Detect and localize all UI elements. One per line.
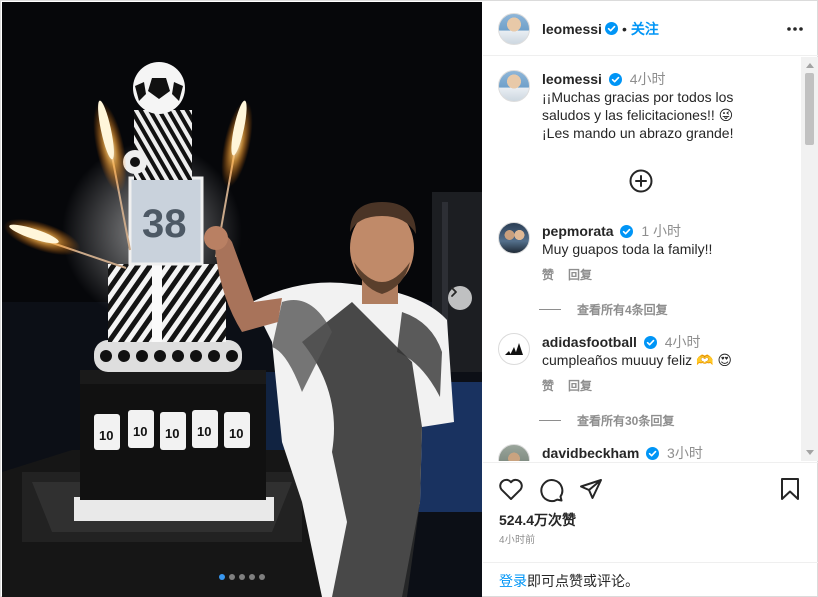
header-username[interactable]: leomessi (542, 21, 602, 37)
view-replies-label: 查看所有30条回复 (577, 414, 675, 428)
carousel-dot (239, 574, 245, 580)
caption-username[interactable]: leomessi (542, 71, 602, 87)
scroll-down-arrow-icon[interactable] (806, 450, 814, 455)
post-timestamp[interactable]: 4小时前 (499, 531, 535, 546)
add-circle-icon (629, 169, 653, 193)
login-prompt: 登录即可点赞或评论。 (483, 562, 818, 591)
avatar[interactable] (498, 333, 530, 365)
like-count[interactable]: 524.4万次赞 (499, 510, 576, 530)
comment-username[interactable]: davidbeckham (542, 445, 639, 461)
verified-badge-icon (604, 22, 618, 35)
comment-actions: 赞 回复 (542, 266, 712, 284)
comment-username[interactable]: adidasfootball (542, 334, 637, 350)
divider (539, 420, 561, 421)
carousel-dot (229, 574, 235, 580)
scrollbar-thumb[interactable] (805, 73, 814, 145)
post-photo[interactable]: 10 10 10 10 10 38 (2, 2, 482, 597)
action-icons-row (498, 477, 803, 503)
comment-bubble-icon (540, 479, 564, 503)
svg-text:10: 10 (99, 428, 113, 443)
adidas-logo-icon (505, 343, 523, 355)
comment-like-button[interactable]: 赞 (542, 377, 554, 395)
verified-badge-icon (646, 447, 660, 460)
scroll-up-arrow-icon[interactable] (806, 63, 814, 68)
avatar[interactable] (498, 444, 530, 461)
caption-line: ¡Les mando un abrazo grande! (542, 125, 734, 141)
comment-text: Muy guapos toda la family!! (542, 241, 713, 257)
caption: leomessi 4小时 ¡¡Muchas gracias por todos … (498, 70, 798, 142)
caption-line: saludos y las felicitaciones!! 😜 (542, 107, 734, 123)
comment-username[interactable]: pepmorata (542, 223, 614, 239)
svg-text:38: 38 (142, 202, 187, 246)
verified-badge-icon (643, 336, 657, 349)
carousel-dot (219, 574, 225, 580)
comment-body: adidasfootball 4小时 cumpleaños muuuy feli… (542, 333, 732, 395)
view-replies-label: 查看所有4条回复 (577, 303, 668, 317)
comment-button[interactable] (538, 477, 564, 508)
comment-text: cumpleaños muuuy feliz 🫶 😍 (542, 352, 732, 368)
post-actions: 524.4万次赞 4小时前 登录即可点赞或评论。 (483, 462, 818, 597)
comment-item: adidasfootball 4小时 cumpleaños muuuy feli… (498, 333, 798, 395)
avatar[interactable] (498, 70, 530, 102)
svg-text:10: 10 (229, 426, 243, 441)
like-button[interactable] (498, 477, 524, 506)
comment-time[interactable]: 4小时 (665, 334, 701, 350)
carousel-indicator (2, 574, 482, 580)
view-replies-button[interactable]: 查看所有30条回复 (539, 412, 674, 429)
comment-time[interactable]: 3小时 (667, 445, 703, 461)
divider (539, 309, 561, 310)
follow-button[interactable]: 关注 (631, 19, 659, 39)
login-link[interactable]: 登录 (499, 573, 527, 589)
chevron-right-icon (451, 287, 457, 297)
verified-badge-icon (620, 225, 634, 238)
share-button[interactable] (579, 477, 603, 506)
post-side-panel: leomessi • 关注 leomessi 4小时 ¡¡Muchas grac… (483, 2, 818, 597)
comment-reply-button[interactable]: 回复 (568, 377, 592, 395)
header-user: leomessi • 关注 (542, 19, 659, 39)
more-options-button[interactable] (786, 26, 804, 32)
comment-time[interactable]: 1 小时 (641, 223, 681, 239)
carousel-dot (259, 574, 265, 580)
load-more-comments-button[interactable] (629, 169, 653, 198)
caption-line: ¡¡Muchas gracias por todos los (542, 89, 734, 105)
comment-like-button[interactable]: 赞 (542, 266, 554, 284)
comment-reply-button[interactable]: 回复 (568, 266, 592, 284)
header-separator: • (621, 20, 627, 37)
comment-item: davidbeckham 3小时 (498, 444, 798, 461)
comment-item: pepmorata 1 小时 Muy guapos toda la family… (498, 222, 798, 284)
paper-plane-icon (580, 479, 602, 499)
comments-scrollbar[interactable] (801, 57, 818, 461)
avatar[interactable] (498, 222, 530, 254)
next-photo-button[interactable] (448, 286, 472, 310)
login-prompt-text: 即可点赞或评论。 (527, 573, 639, 589)
svg-text:10: 10 (133, 424, 147, 439)
heart-outline-icon (499, 478, 523, 500)
carousel-dot (249, 574, 255, 580)
birthday-cake-illustration: 10 10 10 10 10 38 (2, 2, 482, 597)
caption-body: leomessi 4小时 ¡¡Muchas gracias por todos … (542, 70, 733, 142)
svg-text:10: 10 (165, 426, 179, 441)
post-header: leomessi • 关注 (483, 2, 818, 56)
verified-badge-icon (608, 73, 622, 86)
comment-body: davidbeckham 3小时 (542, 444, 703, 461)
avatar[interactable] (498, 12, 530, 45)
comments-scroll-area[interactable]: leomessi 4小时 ¡¡Muchas gracias por todos … (483, 57, 818, 461)
svg-text:10: 10 (197, 424, 211, 439)
more-horizontal-icon (787, 26, 803, 31)
comment-actions: 赞 回复 (542, 377, 732, 395)
post-dialog: 10 10 10 10 10 38 leomessi • 关注 leomessi… (0, 0, 818, 597)
comment-body: pepmorata 1 小时 Muy guapos toda la family… (542, 222, 712, 284)
save-button[interactable] (779, 477, 801, 506)
view-replies-button[interactable]: 查看所有4条回复 (539, 301, 668, 318)
caption-time[interactable]: 4小时 (630, 71, 666, 87)
bookmark-icon (781, 478, 799, 500)
